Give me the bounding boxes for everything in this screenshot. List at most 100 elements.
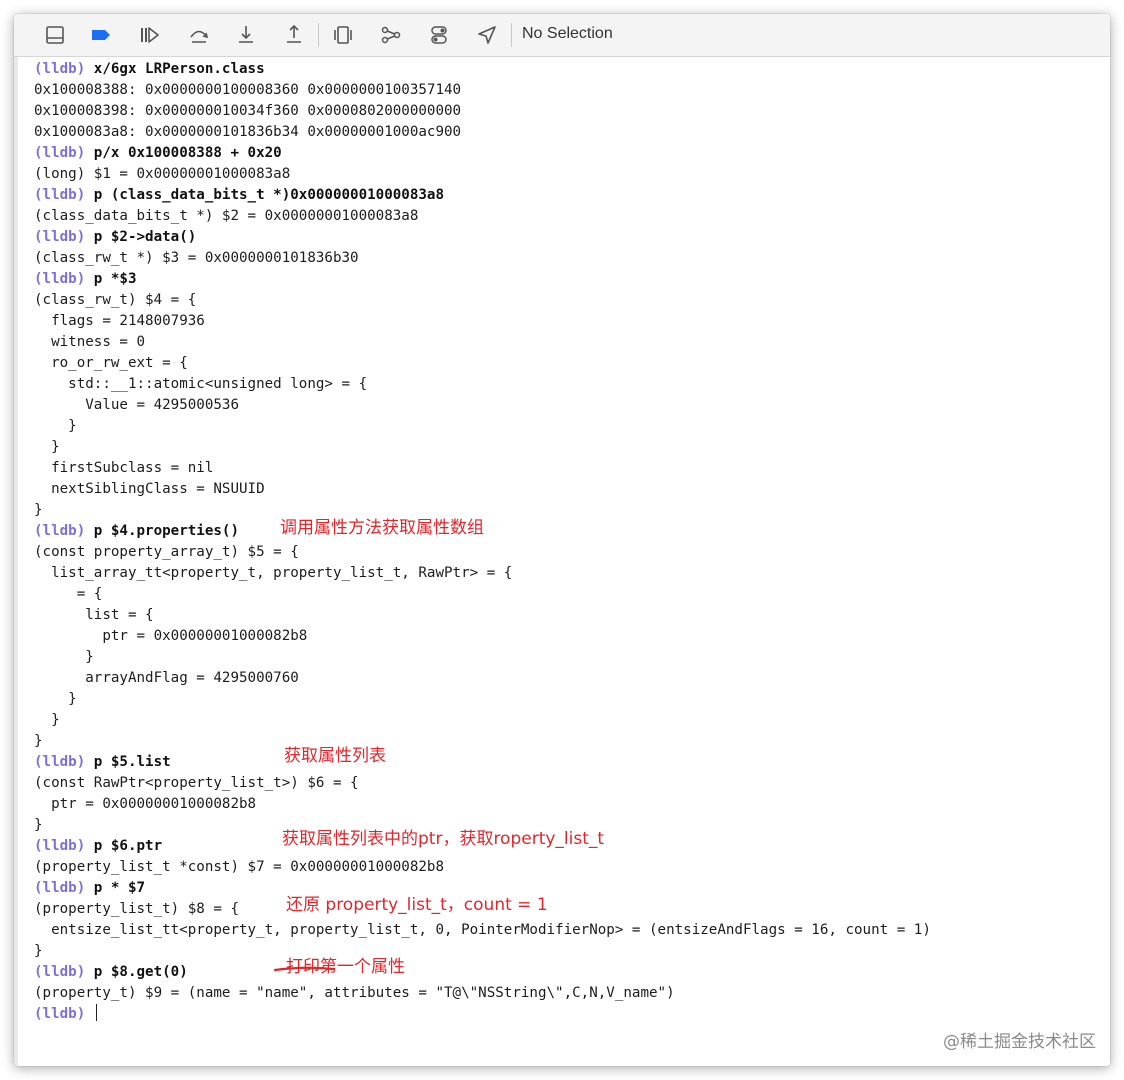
toolbar-separator <box>511 23 512 47</box>
console-output-line: arrayAndFlag = 4295000760 <box>34 670 299 686</box>
lldb-command: p $8.get(0) <box>93 964 188 980</box>
lldb-command: p *$3 <box>93 271 137 287</box>
step-out-button[interactable] <box>281 23 307 47</box>
console-output-line: (const RawPtr<property_list_t>) $6 = { <box>34 775 359 791</box>
lldb-prompt: (lldb) <box>34 523 86 539</box>
annotation-note: 还原 property_list_t，count = 1 <box>286 895 548 915</box>
console-input-line: (lldb) <box>34 1004 98 1025</box>
annotation-underline <box>273 966 335 972</box>
lldb-command: p (class_data_bits_t *)0x00000001000083a… <box>93 187 445 203</box>
text-cursor <box>95 1004 98 1021</box>
console-output-line: Value = 4295000536 <box>34 397 239 413</box>
watermark: @稀土掘金技术社区 <box>943 1032 1096 1052</box>
console-output-line: ro_or_rw_ext = { <box>34 355 188 371</box>
lldb-console[interactable]: (lldb) x/6gx LRPerson.class 0x100008388: … <box>14 57 1110 1066</box>
memory-graph-icon <box>381 26 401 44</box>
console-output-line: (property_t) $9 = (name = "name", attrib… <box>34 985 675 1001</box>
lldb-command: x/6gx LRPerson.class <box>93 61 265 77</box>
lldb-prompt: (lldb) <box>34 880 86 896</box>
console-command-line: (lldb) x/6gx LRPerson.class <box>34 59 265 80</box>
console-output-line: ptr = 0x00000001000082b8 <box>34 628 308 644</box>
console-output-line: nextSiblingClass = NSUUID <box>34 481 265 497</box>
console-command-line: (lldb) p $2->data() <box>34 227 196 248</box>
step-into-icon <box>239 26 253 43</box>
console-command-line: (lldb) p $6.ptr <box>34 836 162 857</box>
console-output-line: 0x100008388: 0x0000000100008360 0x000000… <box>34 82 462 98</box>
annotation-note: 获取属性列表 <box>284 746 386 766</box>
lldb-command: p $6.ptr <box>93 838 163 854</box>
annotation-note: 调用属性方法获取属性数组 <box>280 518 484 538</box>
console-command-line: (lldb) p $5.list <box>34 752 171 773</box>
view-hierarchy-icon <box>334 26 352 44</box>
console-output-line: = { <box>34 586 103 602</box>
jump-bar-status[interactable]: No Selection <box>522 25 613 43</box>
simulate-location-button[interactable] <box>474 23 500 47</box>
console-output-line: (long) $1 = 0x00000001000083a8 <box>34 166 291 182</box>
lldb-prompt: (lldb) <box>34 271 86 287</box>
continue-button[interactable] <box>136 23 162 47</box>
breakpoints-toggle-button[interactable] <box>88 23 114 47</box>
console-output-line: } <box>34 439 60 455</box>
console-output-line: 0x100008398: 0x000000010034f360 0x000080… <box>34 103 462 119</box>
console-output-line: } <box>34 943 43 959</box>
environment-overrides-icon <box>431 26 447 44</box>
view-hierarchy-button[interactable] <box>330 23 356 47</box>
console-output-line: (const property_array_t) $5 = { <box>34 544 299 560</box>
console-output-line: list_array_tt<property_t, property_list_… <box>34 565 513 581</box>
console-command-line: (lldb) p/x 0x100008388 + 0x20 <box>34 143 282 164</box>
lldb-prompt: (lldb) <box>34 754 86 770</box>
console-output-line: } <box>34 733 43 749</box>
lldb-prompt: (lldb) <box>34 61 86 77</box>
lldb-prompt: (lldb) <box>34 1006 86 1022</box>
lldb-command: p $5.list <box>93 754 171 770</box>
debug-toolbar: No Selection <box>14 14 1110 57</box>
console-command-line: (lldb) p * $7 <box>34 878 145 899</box>
console-output-line: } <box>34 649 94 665</box>
console-output-line: list = { <box>34 607 154 623</box>
console-output-line: } <box>34 502 43 518</box>
console-output-line: (class_rw_t *) $3 = 0x0000000101836b30 <box>34 250 359 266</box>
console-output-line: (class_data_bits_t *) $2 = 0x00000001000… <box>34 208 419 224</box>
console-command-line: (lldb) p $4.properties() <box>34 521 239 542</box>
console-output-line: firstSubclass = nil <box>34 460 214 476</box>
console-output-line: (property_list_t *const) $7 = 0x00000001… <box>34 859 444 875</box>
console-output-line: } <box>34 418 77 434</box>
console-output-line: flags = 2148007936 <box>34 313 205 329</box>
memory-graph-button[interactable] <box>378 23 404 47</box>
console-command-line: (lldb) p *$3 <box>34 269 137 290</box>
step-over-button[interactable] <box>186 23 212 47</box>
console-command-line: (lldb) p (class_data_bits_t *)0x00000001… <box>34 185 444 206</box>
lldb-command: p * $7 <box>93 880 146 896</box>
breakpoints-toggle-icon <box>92 30 110 40</box>
console-output-line: (class_rw_t) $4 = { <box>34 292 197 308</box>
simulate-location-icon <box>478 26 496 44</box>
console-command-line: (lldb) p $8.get(0) <box>34 962 188 983</box>
hide-debug-area-button[interactable] <box>42 23 68 47</box>
console-output-line: } <box>34 817 43 833</box>
console-output-line: ptr = 0x00000001000082b8 <box>34 796 257 812</box>
lldb-prompt: (lldb) <box>34 964 86 980</box>
console-output-line: } <box>34 691 77 707</box>
console-output-line: } <box>34 712 60 728</box>
environment-overrides-button[interactable] <box>426 23 452 47</box>
step-into-button[interactable] <box>233 23 259 47</box>
lldb-command: p $2->data() <box>93 229 197 245</box>
console-output-line: witness = 0 <box>34 334 146 350</box>
console-output-line: 0x1000083a8: 0x0000000101836b34 0x000000… <box>34 124 462 140</box>
hide-debug-area-icon <box>46 26 64 44</box>
console-output-line: entsize_list_tt<property_t, property_lis… <box>34 922 931 938</box>
step-out-icon <box>287 24 301 43</box>
lldb-prompt: (lldb) <box>34 145 86 161</box>
step-over-icon <box>190 30 209 43</box>
lldb-command: p $4.properties() <box>93 523 240 539</box>
lldb-prompt: (lldb) <box>34 838 86 854</box>
console-output-line: (property_list_t) $8 = { <box>34 901 239 917</box>
console-output-line: std::__1::atomic<unsigned long> = { <box>34 376 368 392</box>
lldb-prompt: (lldb) <box>34 229 86 245</box>
lldb-prompt: (lldb) <box>34 187 86 203</box>
continue-icon <box>141 27 159 43</box>
toolbar-separator <box>318 23 319 47</box>
annotation-note: 获取属性列表中的ptr，获取roperty_list_t <box>282 829 605 849</box>
lldb-command: p/x 0x100008388 + 0x20 <box>93 145 282 161</box>
debugger-console-window: No Selection (lldb) x/6gx LRPerson.class… <box>14 14 1110 1066</box>
